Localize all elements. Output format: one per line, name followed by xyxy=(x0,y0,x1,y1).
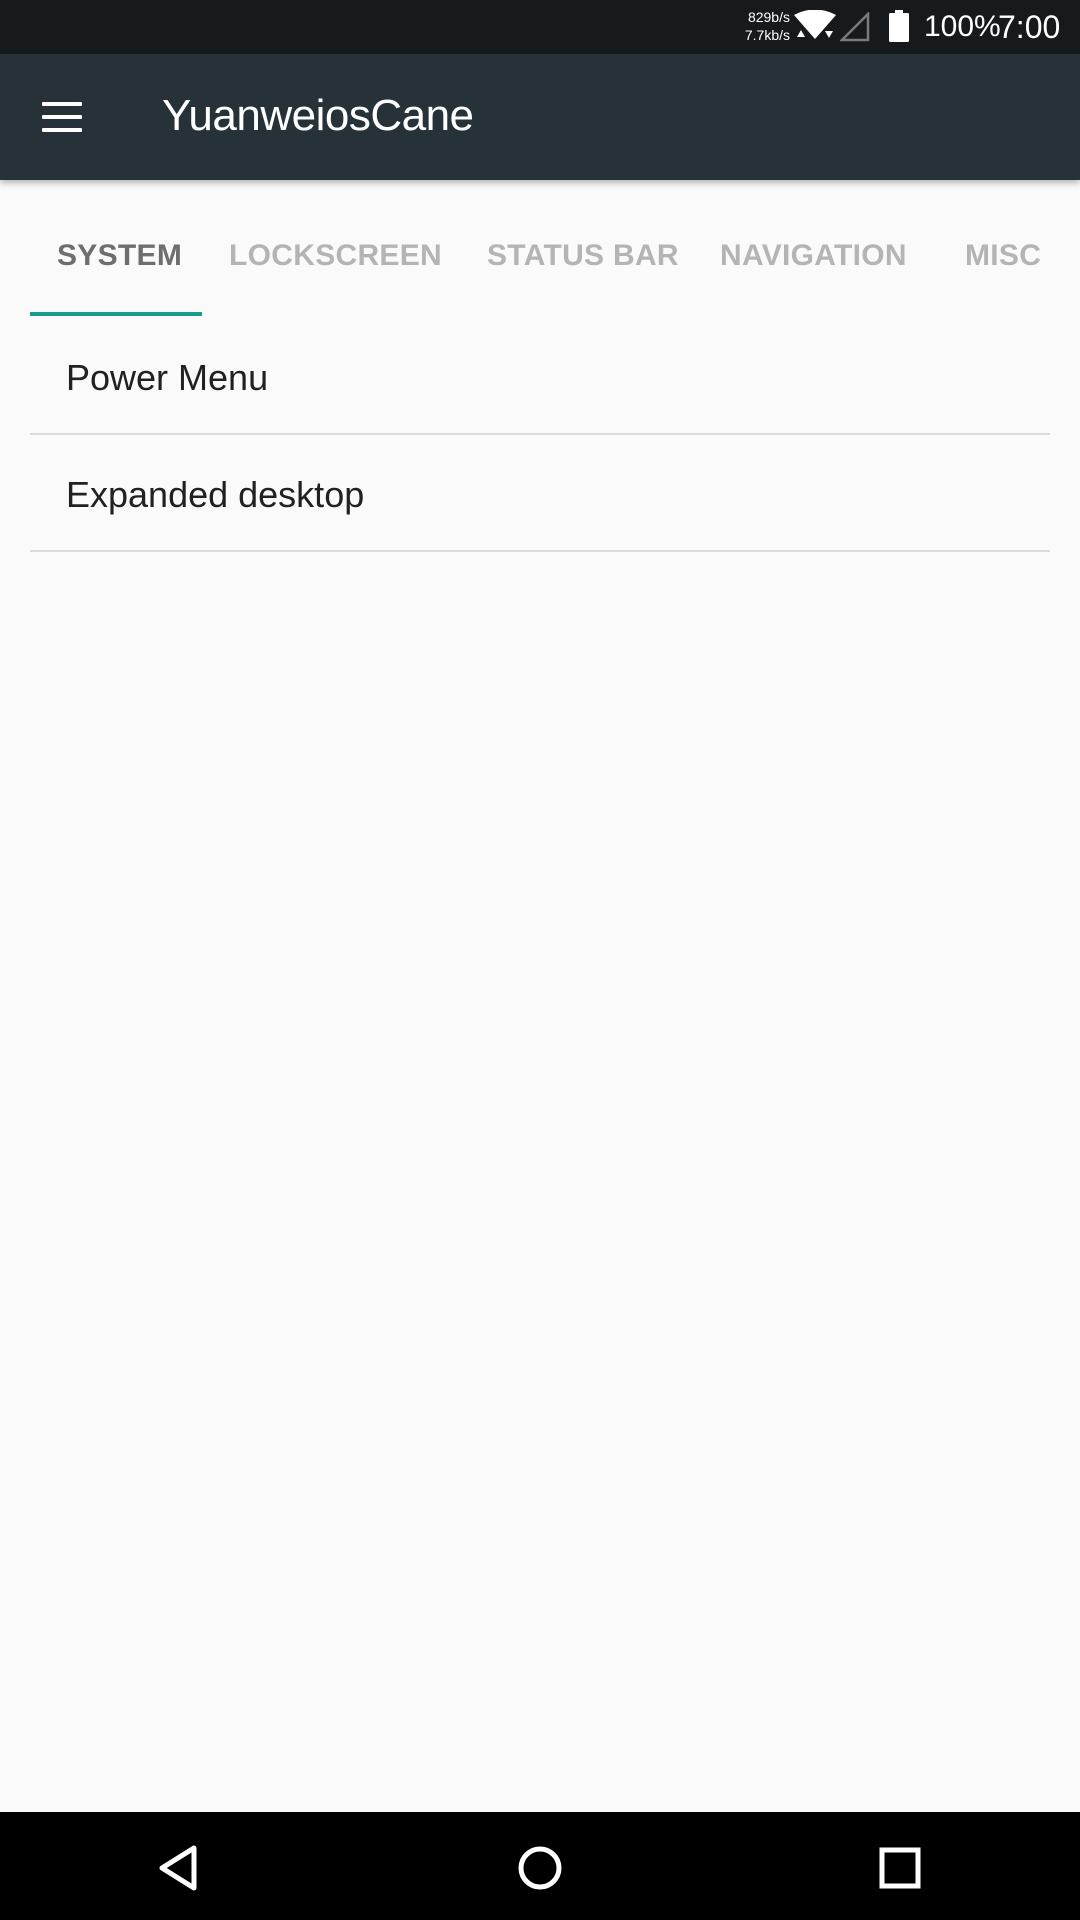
recents-icon[interactable] xyxy=(870,1838,930,1898)
back-icon[interactable] xyxy=(150,1838,210,1898)
download-speed: 7.7kb/s xyxy=(744,27,790,43)
pref-label: Power Menu xyxy=(66,357,269,398)
app-bar: YuanweiosCane xyxy=(0,54,1080,180)
pref-expanded-desktop[interactable]: Expanded desktop xyxy=(30,435,1050,552)
wifi-icon xyxy=(794,10,836,39)
upload-speed: 829b/s xyxy=(747,9,790,25)
battery-percentage: 100% xyxy=(924,10,1001,43)
hamburger-menu-icon[interactable] xyxy=(40,98,88,136)
battery-icon xyxy=(889,10,909,42)
tab-lockscreen[interactable]: LOCKSCREEN xyxy=(229,236,442,276)
tab-bar: SYSTEM LOCKSCREEN STATUS BAR NAVIGATION … xyxy=(0,180,1080,318)
tab-system[interactable]: SYSTEM xyxy=(57,236,182,276)
status-bar: 829b/s 7.7kb/s 100% 7:00 xyxy=(0,0,1080,54)
pref-power-menu[interactable]: Power Menu xyxy=(30,318,1050,435)
tab-status-bar[interactable]: STATUS BAR xyxy=(487,236,679,276)
app-title: YuanweiosCane xyxy=(162,91,474,140)
active-tab-indicator xyxy=(30,312,202,316)
network-speed-indicator: 829b/s 7.7kb/s xyxy=(738,8,790,44)
tab-misc[interactable]: MISC xyxy=(965,236,1041,276)
preference-list: Power Menu Expanded desktop xyxy=(30,318,1050,552)
home-icon[interactable] xyxy=(510,1838,570,1898)
pref-label: Expanded desktop xyxy=(66,474,365,515)
cell-signal-icon xyxy=(840,12,870,42)
tab-navigation[interactable]: NAVIGATION xyxy=(720,236,907,276)
navigation-bar xyxy=(0,1812,1080,1920)
clock: 7:00 xyxy=(998,9,1061,45)
